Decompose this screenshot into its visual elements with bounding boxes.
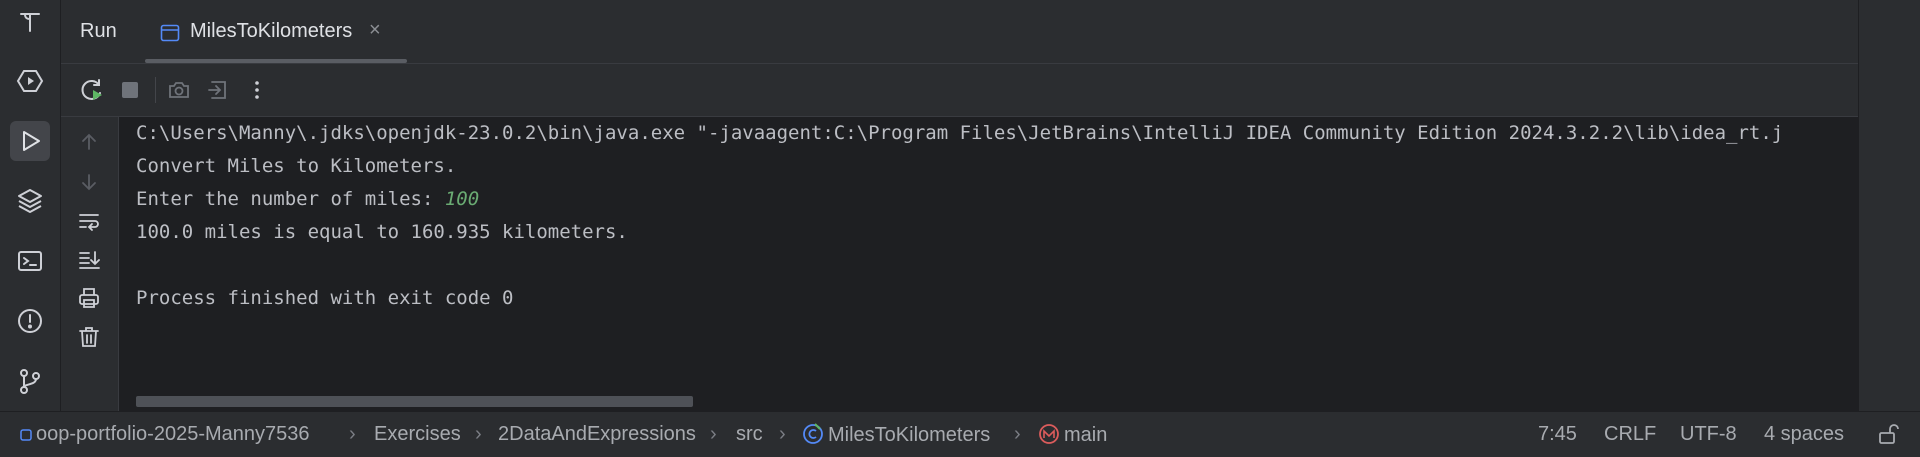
git-tool-button[interactable]: [10, 361, 50, 401]
git-branch-icon: [20, 369, 40, 394]
java-class-icon: [803, 423, 823, 444]
breadcrumb-separator-icon: ›: [1014, 423, 1021, 445]
console-prompt-line: Enter the number of miles: 100: [136, 183, 479, 216]
right-tool-strip: [1858, 0, 1920, 411]
breadcrumb-folder[interactable]: Exercises: [374, 423, 461, 446]
line-separator[interactable]: CRLF: [1604, 423, 1656, 446]
problems-icon: [18, 309, 42, 333]
arrow-up-icon: [82, 133, 96, 150]
run-panel: Run MilesToKilometers × C:\Users\Manny\.…: [61, 0, 1858, 411]
dump-threads-button[interactable]: [165, 76, 193, 104]
services-icon: [16, 70, 44, 92]
console-side-toolbar: [61, 117, 119, 411]
exit-icon: [208, 81, 226, 99]
file-encoding[interactable]: UTF-8: [1680, 423, 1737, 446]
breadcrumb-separator-icon: ›: [710, 423, 717, 445]
scroll-down-button[interactable]: [75, 168, 103, 196]
application-window-icon: [160, 23, 180, 48]
breadcrumb-method[interactable]: main: [1038, 423, 1107, 447]
scroll-to-end-icon: [79, 251, 100, 269]
more-actions-button[interactable]: [243, 76, 271, 104]
tab-miles-to-kilometers[interactable]: MilesToKilometers ×: [141, 0, 407, 63]
console-output[interactable]: C:\Users\Manny\.jdks\openjdk-23.0.2\bin\…: [119, 117, 1858, 411]
run-icon: [23, 131, 40, 151]
printer-icon: [79, 288, 99, 308]
rerun-icon: [81, 79, 102, 100]
tab-selected-indicator: [145, 59, 407, 63]
left-tool-strip: [0, 0, 61, 411]
breadcrumb-separator-icon: ›: [779, 423, 786, 445]
console-prompt: Enter the number of miles:: [136, 188, 445, 210]
terminal-tool-button[interactable]: [10, 241, 50, 281]
breadcrumb-separator-icon: ›: [349, 423, 356, 445]
trash-icon: [79, 327, 99, 347]
soft-wrap-icon: [79, 214, 99, 231]
structure-icon: [20, 13, 40, 32]
caret-position[interactable]: 7:45: [1538, 423, 1577, 446]
breadcrumb-folder[interactable]: 2DataAndExpressions: [498, 423, 696, 446]
close-tab-icon[interactable]: ×: [369, 19, 381, 42]
arrow-down-icon: [82, 174, 96, 191]
module-icon: [20, 428, 32, 441]
clear-all-button[interactable]: [75, 323, 103, 351]
rerun-button[interactable]: [78, 76, 106, 104]
run-panel-title: Run: [80, 20, 117, 42]
console-output-line: Convert Miles to Kilometers.: [136, 155, 457, 177]
scroll-up-button[interactable]: [75, 128, 103, 156]
run-tab-bar: Run MilesToKilometers ×: [61, 0, 1858, 64]
tab-label: MilesToKilometers: [190, 20, 353, 42]
console-command-line: C:\Users\Manny\.jdks\openjdk-23.0.2\bin\…: [136, 122, 1784, 144]
console-exit-line: Process finished with exit code 0: [136, 287, 514, 309]
problems-tool-button[interactable]: [10, 301, 50, 341]
toolbar-separator: [155, 77, 156, 103]
soft-wrap-button[interactable]: [75, 207, 103, 235]
exit-button[interactable]: [204, 76, 232, 104]
services-tool-button[interactable]: [10, 61, 50, 101]
horizontal-scrollbar[interactable]: [136, 396, 693, 407]
breadcrumb-src[interactable]: src: [736, 423, 763, 446]
layers-tool-button[interactable]: [10, 181, 50, 221]
camera-icon: [169, 82, 189, 98]
terminal-icon: [18, 251, 42, 271]
breadcrumb-class[interactable]: MilesToKilometers: [802, 423, 990, 447]
method-icon: [1039, 424, 1059, 444]
run-toolbar: [61, 64, 1858, 117]
console-result-line: 100.0 miles is equal to 160.935 kilomete…: [136, 221, 628, 243]
indent-setting[interactable]: 4 spaces: [1764, 423, 1844, 446]
console-user-input: 100: [444, 188, 480, 210]
scroll-to-end-button[interactable]: [75, 245, 103, 273]
stop-icon: [122, 82, 138, 98]
breadcrumb-project[interactable]: oop-portfolio-2025-Manny7536: [20, 423, 310, 446]
breadcrumb-separator-icon: ›: [475, 423, 482, 445]
lock-icon[interactable]: [1876, 422, 1900, 452]
stop-button[interactable]: [116, 76, 144, 104]
structure-tool-button[interactable]: [10, 2, 50, 42]
more-vertical-icon: [255, 81, 259, 99]
layers-icon: [18, 189, 42, 213]
print-button[interactable]: [75, 284, 103, 312]
status-bar: oop-portfolio-2025-Manny7536 › Exercises…: [0, 411, 1920, 457]
run-tool-button[interactable]: [10, 121, 50, 161]
